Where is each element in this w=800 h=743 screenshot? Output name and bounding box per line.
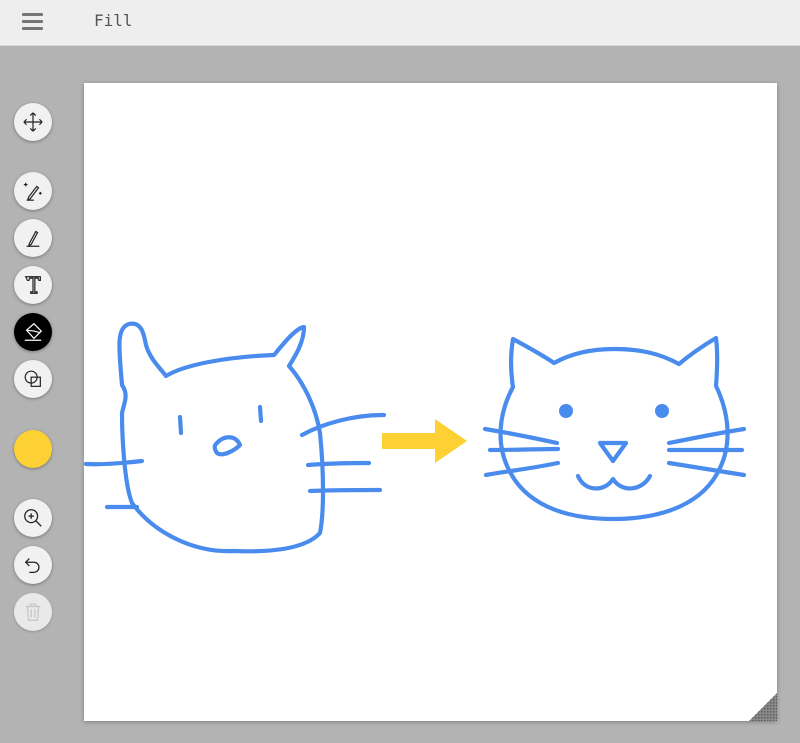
sketch-cat-eye-right bbox=[257, 404, 264, 424]
move-tool-button[interactable] bbox=[14, 103, 52, 141]
zoom-tool-button[interactable] bbox=[14, 499, 52, 537]
type-tool-button[interactable] bbox=[14, 266, 52, 304]
autodraw-tool-button[interactable] bbox=[14, 172, 52, 210]
sketch-whisker-right-3 bbox=[307, 487, 383, 494]
zoom-in-icon bbox=[24, 509, 42, 527]
undo-icon bbox=[24, 558, 40, 573]
clean-whisker-left-2 bbox=[487, 446, 561, 453]
clean-cat-mouth bbox=[575, 473, 653, 491]
hamburger-menu-icon[interactable] bbox=[18, 9, 48, 35]
clean-whisker-right-1 bbox=[666, 426, 747, 446]
canvas-drawing bbox=[84, 321, 747, 554]
clean-whisker-left-1 bbox=[482, 426, 560, 446]
clean-whisker-right-3 bbox=[666, 460, 747, 478]
trash-icon bbox=[25, 603, 41, 621]
sparkle-pencil-icon bbox=[23, 182, 42, 201]
sketch-cat-eye-left bbox=[177, 414, 184, 436]
shape-tool-button[interactable] bbox=[14, 360, 52, 398]
clean-cat-eye-right bbox=[655, 404, 669, 418]
shapes-icon bbox=[24, 370, 41, 387]
pencil-icon bbox=[26, 230, 40, 247]
resize-handle-icon[interactable] bbox=[749, 693, 777, 721]
clean-whisker-left-3 bbox=[483, 460, 561, 478]
draw-tool-button[interactable] bbox=[14, 219, 52, 257]
page-title: Fill bbox=[94, 11, 133, 30]
clean-cat-head-stroke bbox=[498, 335, 730, 522]
color-picker-swatch[interactable] bbox=[14, 430, 52, 468]
clean-cat-nose bbox=[597, 440, 629, 464]
top-bar: Fill bbox=[0, 0, 800, 46]
sketch-cat-nose bbox=[212, 435, 243, 457]
drawing-canvas[interactable] bbox=[84, 83, 777, 721]
fill-tool-button[interactable] bbox=[14, 313, 52, 351]
paint-bucket-icon bbox=[24, 322, 43, 341]
sketch-whisker-right-1 bbox=[299, 412, 387, 438]
clean-cat-eye-left bbox=[559, 404, 573, 418]
yellow-arrow-shape bbox=[382, 419, 467, 463]
move-arrows-icon bbox=[23, 112, 43, 132]
sketch-whisker-right-2 bbox=[305, 460, 372, 468]
undo-tool-button[interactable] bbox=[14, 546, 52, 584]
delete-tool-button bbox=[14, 593, 52, 631]
text-icon bbox=[24, 276, 41, 294]
sketch-whisker-left-1 bbox=[84, 458, 145, 467]
